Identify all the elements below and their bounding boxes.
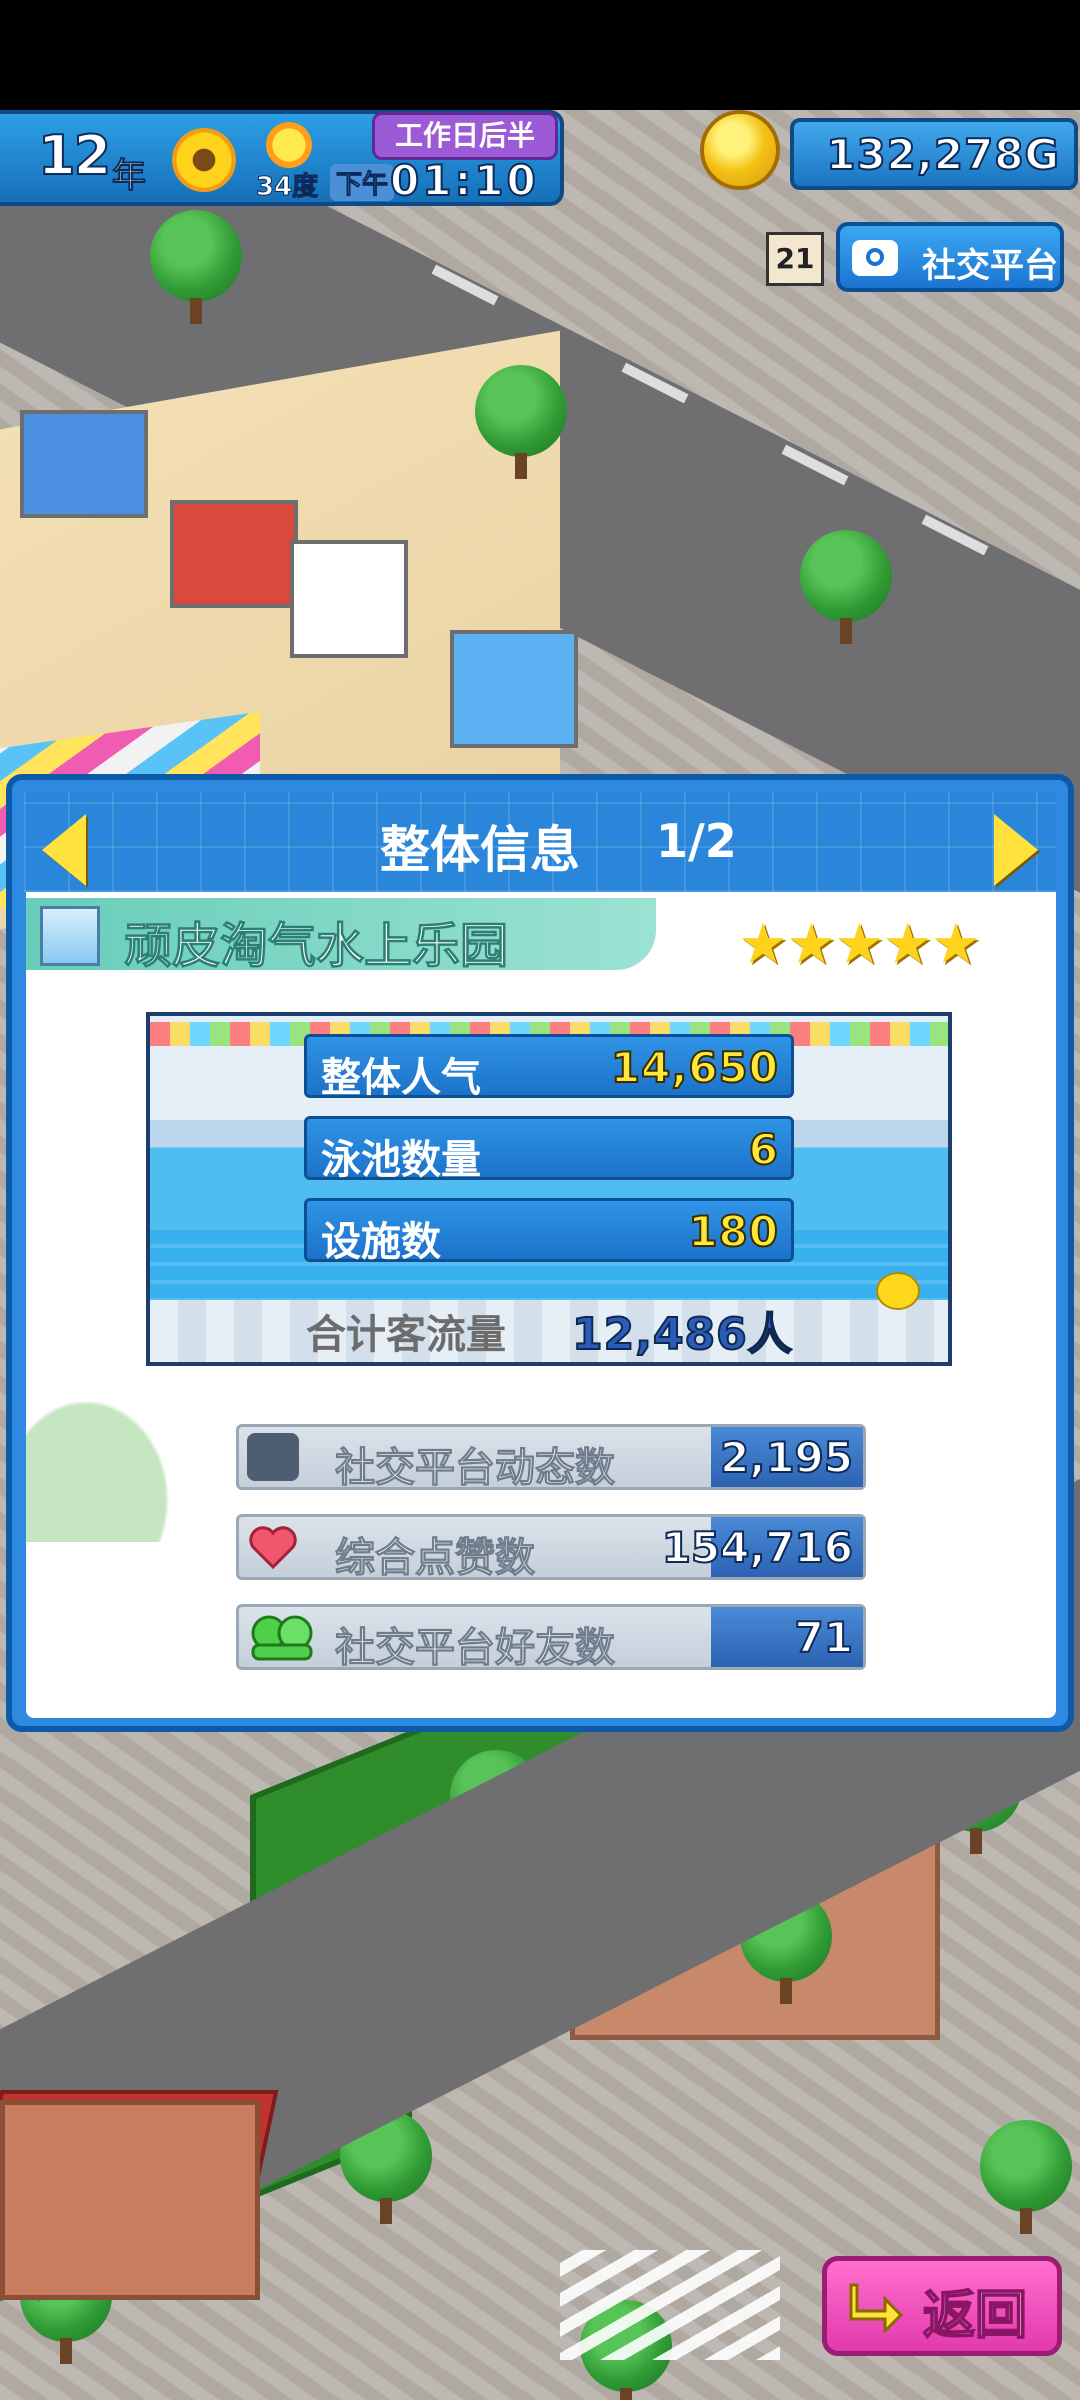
year-number: 12 (37, 123, 112, 188)
social-stat-value-box: 71 (711, 1607, 863, 1667)
stat-label: 整体人气 (321, 1055, 481, 1101)
panel-title: 整体信息 (380, 821, 580, 879)
social-stat-value: 154,716 (661, 1522, 854, 1573)
prev-page-arrow-icon[interactable] (42, 814, 86, 886)
social-stat-label: 社交平台好友数 (335, 1625, 616, 1672)
leaf-decoration (26, 1332, 226, 1542)
social-stat-value-box: 2,195 (711, 1427, 863, 1487)
clock-time: 01:10 (389, 155, 539, 206)
tree (980, 2120, 1072, 2234)
stat-facility-count: 设施数 180 (304, 1198, 794, 1265)
panel-body: 顽皮淘气水上乐园 ★★★★★ 整体人气 14,650 泳池数量 6 设施数 18… (26, 892, 1056, 1718)
stat-value: 14,650 (610, 1042, 779, 1093)
stat-value: 6 (748, 1124, 779, 1175)
friends-row: 社交平台好友数 71 (236, 1604, 866, 1672)
stat-label: 泳池数量 (321, 1137, 481, 1183)
shop-stall (170, 500, 298, 608)
gold-coin-icon (700, 110, 780, 190)
status-bar (0, 0, 1080, 110)
return-arrow-icon (849, 2281, 905, 2335)
sun-weather-icon (266, 122, 312, 168)
social-button-label: 社交平台 (922, 246, 1058, 286)
ampm-label: 下午 (330, 164, 395, 201)
back-button[interactable]: 返回 (822, 2256, 1062, 2356)
heart-icon (247, 1523, 299, 1571)
rating-stars: ★★★★★ (738, 912, 981, 977)
panel-header: 整体信息 1/2 (24, 792, 1056, 892)
rubber-duck-icon (876, 1272, 920, 1310)
social-platform-button[interactable]: 社交平台 (836, 222, 1064, 292)
social-posts-row: 社交平台动态数 2,195 (236, 1424, 866, 1492)
stat-value: 180 (687, 1206, 779, 1257)
info-panel: 整体信息 1/2 顽皮淘气水上乐园 ★★★★★ 整体人气 14,650 泳池数量… (6, 774, 1074, 1732)
park-name: 顽皮淘气水上乐园 (123, 918, 509, 975)
social-stat-label: 社交平台动态数 (335, 1445, 616, 1492)
shop-stall (20, 410, 148, 518)
money-amount: 132,278G (825, 129, 1060, 180)
temperature: 34度 (255, 172, 319, 203)
ice-cream-stand (450, 630, 578, 748)
next-page-arrow-icon[interactable] (994, 814, 1038, 886)
pool-illustration: 整体人气 14,650 泳池数量 6 设施数 180 合计客流量 12,486人 (146, 1012, 952, 1366)
period-badge: 工作日后半 (372, 112, 558, 160)
social-stat-value: 2,195 (719, 1432, 854, 1483)
tree (150, 210, 242, 324)
year-unit: 年 (112, 156, 147, 197)
friends-icon (247, 1613, 313, 1661)
hud-date-time: 12 年 34度 工作日后半 下午 01:10 (0, 110, 564, 206)
tree (475, 365, 567, 479)
restroom-building (290, 540, 408, 658)
total-visitors-value: 12,486人 (571, 1308, 793, 1361)
pool-deck (150, 1300, 948, 1362)
crosswalk (560, 2250, 780, 2360)
back-label: 返回 (922, 2285, 1028, 2347)
likes-row: 综合点赞数 154,716 (236, 1514, 866, 1582)
page-indicator: 1/2 (656, 814, 737, 868)
tree (800, 530, 892, 644)
red-roof-house (0, 2100, 260, 2300)
stat-popularity: 整体人气 14,650 (304, 1034, 794, 1101)
stat-pool-count: 泳池数量 6 (304, 1116, 794, 1183)
social-count-badge: 21 (766, 232, 824, 286)
sunflower-season-icon (172, 128, 236, 192)
money-display: 132,278G (790, 118, 1078, 190)
stat-label: 设施数 (321, 1219, 441, 1265)
social-stat-value-box: 154,716 (661, 1517, 863, 1577)
camera-icon (247, 1433, 299, 1481)
park-name-banner: 顽皮淘气水上乐园 (26, 898, 656, 975)
total-visitors-label: 合计客流量 (306, 1312, 506, 1358)
park-icon (40, 906, 100, 966)
social-stat-value: 71 (794, 1612, 854, 1663)
camera-icon (852, 240, 898, 276)
social-stat-label: 综合点赞数 (335, 1535, 536, 1582)
